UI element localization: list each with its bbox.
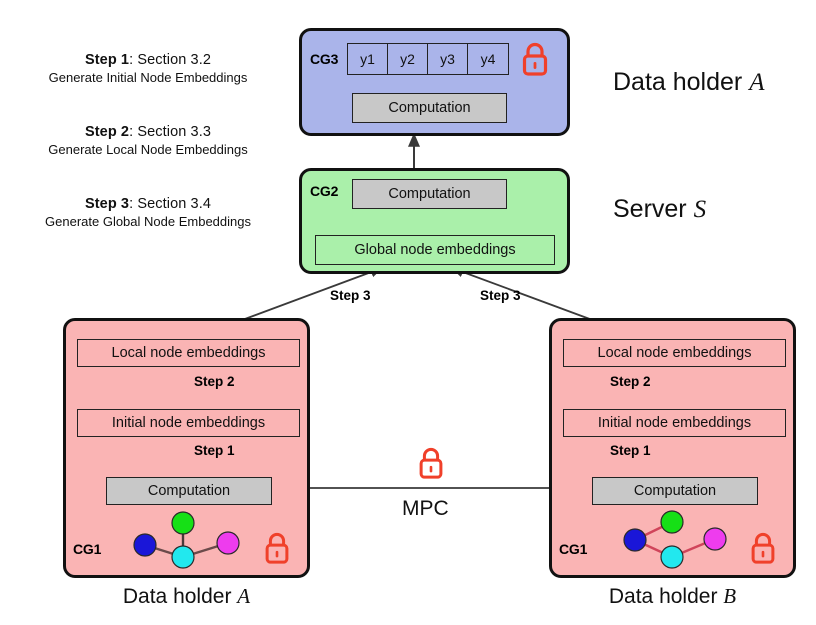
y-cell: y4 xyxy=(480,51,496,67)
holder-b-step1-tag: Step 1 xyxy=(610,443,651,458)
holder-a-initial-embeddings-box: Initial node embeddings xyxy=(77,409,300,437)
holder-a-container: CG1 Local node embeddings Initial node e… xyxy=(63,318,310,578)
holder-b-cg1-tag: CG1 xyxy=(559,541,588,557)
legend-step-1-title: Step 1: Section 3.2 xyxy=(18,52,278,68)
step3-right-tag: Step 3 xyxy=(480,288,521,303)
legend-step-3: Step 3: Section 3.4 Generate Global Node… xyxy=(18,196,278,229)
legend-step-2: Step 2: Section 3.3 Generate Local Node … xyxy=(18,124,278,157)
legend-step-3-section: : Section 3.4 xyxy=(129,196,212,212)
holder-a-initial-embeddings-label: Initial node embeddings xyxy=(111,415,266,431)
cg3-computation-box: Computation xyxy=(352,93,507,123)
cg2-tag: CG2 xyxy=(310,183,339,199)
y-cell: y3 xyxy=(428,44,468,74)
holder-b-computation-box: Computation xyxy=(592,477,758,505)
role-label-data-holder-a: Data holder A xyxy=(613,68,764,97)
cg3-container: CG3 y1 y2 y3 y4 Computation xyxy=(299,28,570,136)
legend-step-2-prefix: Step 2 xyxy=(84,124,130,140)
legend-step-2-title: Step 2: Section 3.3 xyxy=(18,124,278,140)
cg2-container: CG2 Computation Global node embeddings xyxy=(299,168,570,274)
cg3-tag: CG3 xyxy=(310,51,339,67)
diagram-canvas: Step 1: Section 3.2 Generate Initial Nod… xyxy=(0,0,816,625)
role-a-symbol: A xyxy=(749,69,765,96)
legend-step-1: Step 1: Section 3.2 Generate Initial Nod… xyxy=(18,52,278,85)
role-a-text: Data holder xyxy=(613,68,743,96)
legend-step-3-prefix: Step 3 xyxy=(84,196,130,212)
cg2-computation-label: Computation xyxy=(388,186,471,202)
caption-data-holder-b: Data holder B xyxy=(549,584,796,609)
holder-b-local-embeddings-label: Local node embeddings xyxy=(597,345,752,361)
caption-a-symbol: A xyxy=(237,584,251,608)
cg3-computation-label: Computation xyxy=(388,100,471,116)
y-output-cells: y1 y2 y3 y4 xyxy=(347,43,509,75)
cg2-computation-box: Computation xyxy=(352,179,507,209)
step3-left-tag: Step 3 xyxy=(330,288,371,303)
y-cell: y1 xyxy=(348,44,388,74)
holder-b-step2-tag: Step 2 xyxy=(610,374,651,389)
holder-a-computation-box: Computation xyxy=(106,477,272,505)
legend-step-2-section: : Section 3.3 xyxy=(129,124,212,140)
global-node-embeddings-box: Global node embeddings xyxy=(315,235,555,265)
global-node-embeddings-label: Global node embeddings xyxy=(354,242,516,258)
lock-icon xyxy=(419,447,443,479)
lock-icon xyxy=(522,42,548,76)
lock-icon xyxy=(265,532,289,564)
legend-step-1-prefix: Step 1 xyxy=(84,52,130,68)
holder-b-computation-label: Computation xyxy=(633,483,717,499)
caption-b-symbol: B xyxy=(723,584,737,608)
legend-step-1-section: : Section 3.2 xyxy=(129,52,212,68)
holder-a-local-embeddings-box: Local node embeddings xyxy=(77,339,300,367)
holder-a-cg1-tag: CG1 xyxy=(73,541,102,557)
holder-b-local-embeddings-box: Local node embeddings xyxy=(563,339,786,367)
role-server-text: Server xyxy=(613,195,687,223)
legend-step-3-title: Step 3: Section 3.4 xyxy=(18,196,278,212)
caption-data-holder-a: Data holder A xyxy=(63,584,310,609)
caption-a-text: Data holder xyxy=(122,585,232,608)
mpc-label: MPC xyxy=(402,497,449,520)
holder-b-initial-embeddings-box: Initial node embeddings xyxy=(563,409,786,437)
legend-step-1-desc: Generate Initial Node Embeddings xyxy=(48,70,248,85)
caption-b-text: Data holder xyxy=(608,585,718,608)
holder-a-step1-tag: Step 1 xyxy=(194,443,235,458)
legend-step-2-desc: Generate Local Node Embeddings xyxy=(48,142,248,157)
y-cell: y2 xyxy=(388,44,428,74)
holder-a-step2-tag: Step 2 xyxy=(194,374,235,389)
lock-icon xyxy=(751,532,775,564)
legend-step-3-desc: Generate Global Node Embeddings xyxy=(45,214,251,229)
role-server-symbol: S xyxy=(693,196,707,223)
holder-a-local-embeddings-label: Local node embeddings xyxy=(111,345,266,361)
holder-b-container: CG1 Local node embeddings Initial node e… xyxy=(549,318,796,578)
role-label-server: Server S xyxy=(613,195,706,224)
holder-a-computation-label: Computation xyxy=(147,483,231,499)
holder-b-initial-embeddings-label: Initial node embeddings xyxy=(597,415,752,431)
